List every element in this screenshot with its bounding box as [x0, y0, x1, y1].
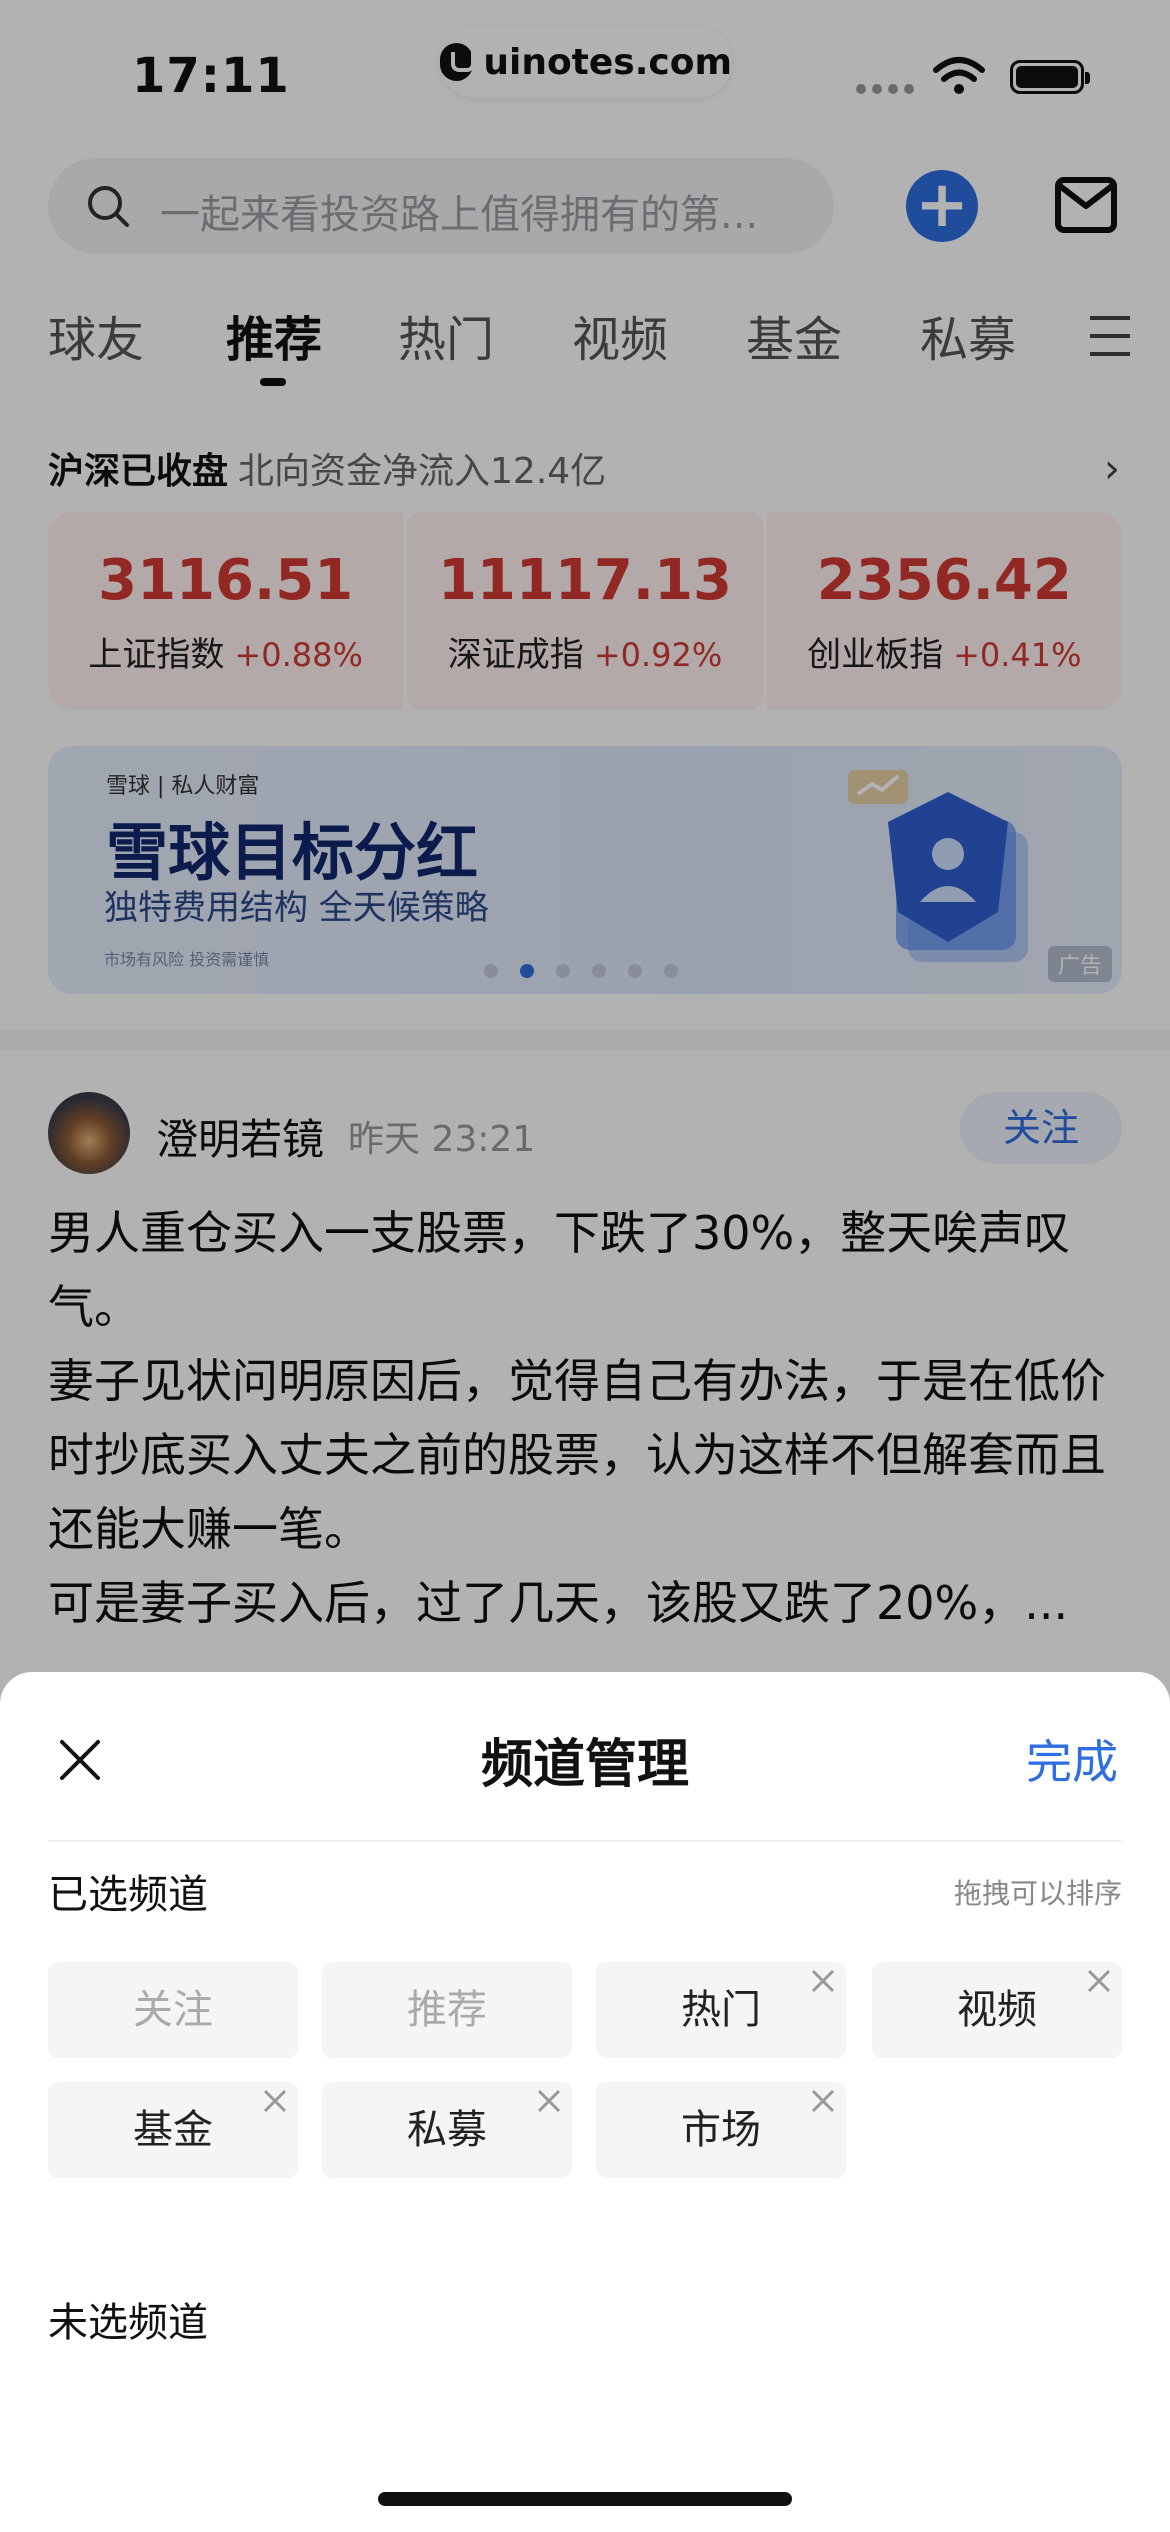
channel-chip-hot[interactable]: 热门: [596, 1962, 846, 2058]
remove-icon[interactable]: [810, 1968, 836, 1994]
chip-label: 市场: [681, 2107, 761, 2153]
channel-chip-private-fund[interactable]: 私募: [322, 2082, 572, 2178]
chip-label: 推荐: [407, 1987, 487, 2033]
chip-label: 关注: [133, 1987, 213, 2033]
chip-label: 私募: [407, 2107, 487, 2153]
chip-label: 热门: [681, 1987, 761, 2033]
remove-icon[interactable]: [536, 2088, 562, 2114]
channel-manager-sheet: 频道管理 完成 已选频道 拖拽可以排序 关注 推荐 热门 视频 基金 私募 市场: [0, 1672, 1170, 2532]
unselected-channels-label: 未选频道: [48, 2300, 208, 2346]
channel-chip-fund[interactable]: 基金: [48, 2082, 298, 2178]
home-indicator[interactable]: [378, 2492, 792, 2506]
chip-label: 视频: [957, 1987, 1037, 2033]
sheet-title: 频道管理: [480, 1735, 689, 1795]
sort-hint: 拖拽可以排序: [953, 1877, 1122, 1910]
selected-channels-label: 已选频道: [48, 1872, 208, 1918]
remove-icon[interactable]: [810, 2088, 836, 2114]
remove-icon[interactable]: [262, 2088, 288, 2114]
done-button[interactable]: 完成: [1026, 1726, 1118, 1792]
channel-chip-follow[interactable]: 关注: [48, 1962, 298, 2058]
channel-chip-market[interactable]: 市场: [596, 2082, 846, 2178]
divider: [48, 1840, 1122, 1842]
channel-chip-video[interactable]: 视频: [872, 1962, 1122, 2058]
chip-label: 基金: [133, 2107, 213, 2153]
channel-chip-recommend[interactable]: 推荐: [322, 1962, 572, 2058]
remove-icon[interactable]: [1086, 1968, 1112, 1994]
